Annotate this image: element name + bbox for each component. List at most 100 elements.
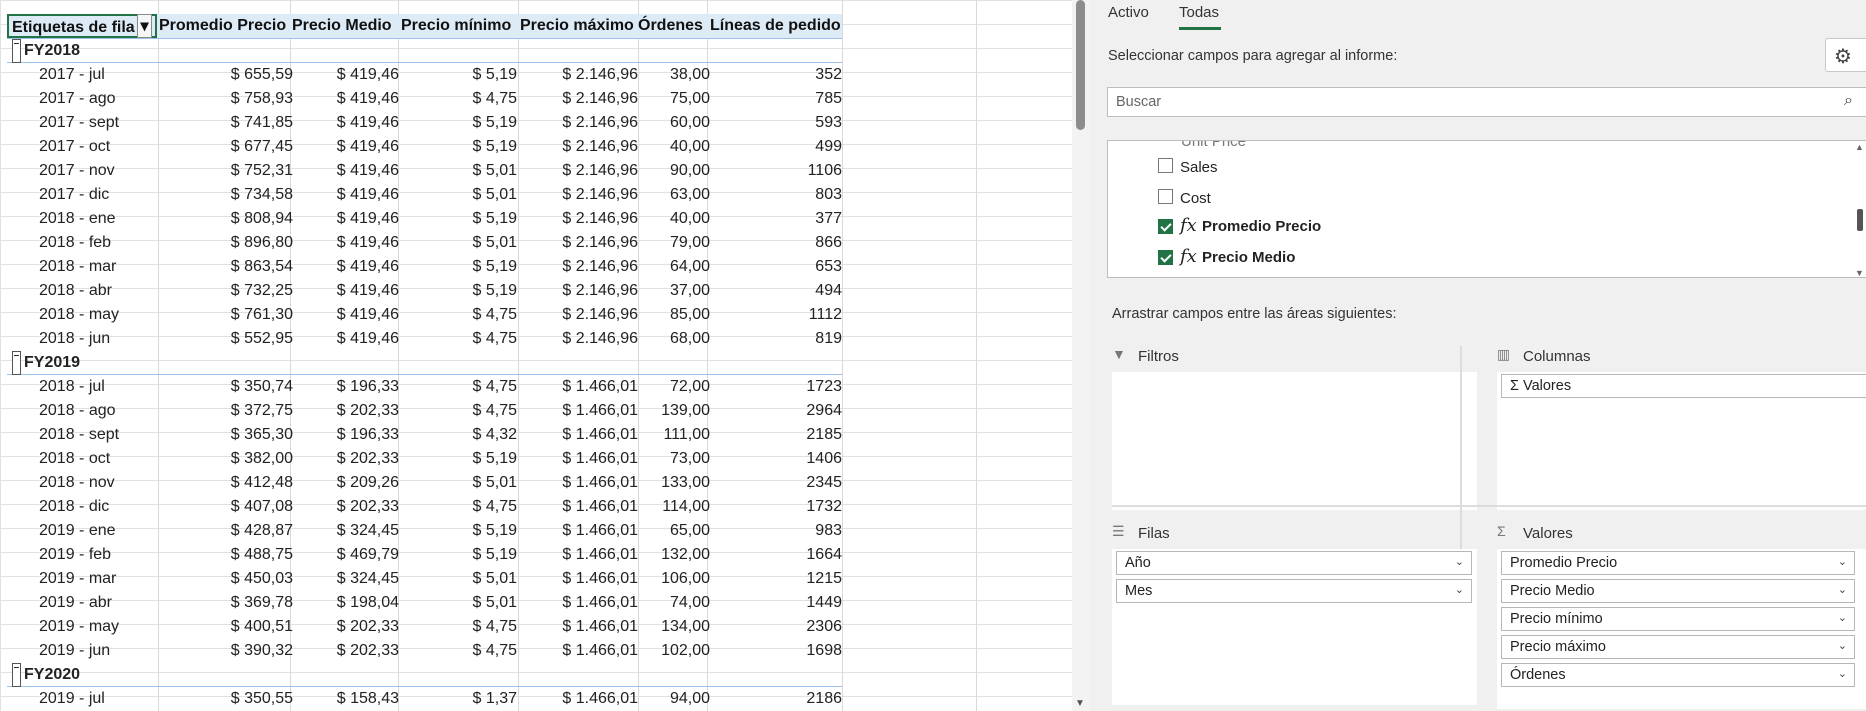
pivot-data-row[interactable]: 2018 - feb $ 896,80 $ 419,46 $ 5,01 $ 2.146,… xyxy=(7,231,842,255)
drag-fields-label: Arrastrar campos entre las áreas siguien… xyxy=(1112,306,1397,322)
precio-medio-cell: $ 419,46 xyxy=(336,210,399,227)
header-precio-maximo[interactable]: Precio máximo xyxy=(520,14,634,38)
precio-medio-cell: $ 202,33 xyxy=(336,450,399,467)
rows-field-mes[interactable]: Mes ⌄ xyxy=(1116,579,1472,603)
pivot-data-row[interactable]: 2017 - nov $ 752,31 $ 419,46 $ 5,01 $ 2.146,… xyxy=(7,159,842,183)
chevron-down-icon[interactable]: ⌄ xyxy=(1838,639,1847,652)
pivot-data-row[interactable]: 2019 - feb $ 488,75 $ 469,79 $ 5,19 $ 1.466,… xyxy=(7,543,842,567)
pivot-data-row[interactable]: 2018 - jul $ 350,74 $ 196,33 $ 4,75 $ 1.466,… xyxy=(7,375,842,399)
field-checkbox[interactable] xyxy=(1158,189,1173,204)
values-field-precio-maximo[interactable]: Precio máximo ⌄ xyxy=(1501,635,1855,659)
chevron-down-icon[interactable]: ⌄ xyxy=(1455,583,1464,596)
values-drop-zone[interactable]: Promedio Precio ⌄ Precio Medio ⌄ Precio … xyxy=(1497,549,1866,709)
precio-maximo-cell: $ 1.466,01 xyxy=(562,450,638,467)
filters-drop-zone[interactable] xyxy=(1112,372,1477,510)
pivot-data-row[interactable]: 2019 - mar $ 450,03 $ 324,45 $ 5,01 $ 1.466,… xyxy=(7,567,842,591)
search-icon[interactable]: ⌕ xyxy=(1844,92,1853,110)
filter-dropdown-icon[interactable]: ▾ xyxy=(137,14,152,38)
search-input[interactable] xyxy=(1114,93,1818,111)
row-labels-header[interactable]: Etiquetas de fila xyxy=(7,14,157,38)
pivot-data-row[interactable]: 2019 - jun $ 390,32 $ 202,33 $ 4,75 $ 1.466,… xyxy=(7,639,842,663)
promedio-precio-cell: $ 382,00 xyxy=(230,450,293,467)
scrollbar-thumb[interactable] xyxy=(1076,0,1085,130)
collapse-minus-icon[interactable] xyxy=(12,663,21,687)
pivot-group-row[interactable]: FY2018 xyxy=(7,39,842,63)
header-lineas-de-pedido[interactable]: Líneas de pedido xyxy=(710,14,841,38)
pivot-data-row[interactable]: 2019 - abr $ 369,78 $ 198,04 $ 5,01 $ 1.466,… xyxy=(7,591,842,615)
values-field-ordenes[interactable]: Órdenes ⌄ xyxy=(1501,663,1855,687)
pivot-data-row[interactable]: 2017 - dic $ 734,58 $ 419,46 $ 5,01 $ 2.146,… xyxy=(7,183,842,207)
row-label: 2018 - oct xyxy=(39,450,111,467)
gear-icon: ⚙ xyxy=(1834,46,1852,68)
tab-activo[interactable]: Activo xyxy=(1108,4,1149,21)
header-promedio-precio[interactable]: Promedio Precio xyxy=(159,14,286,38)
spreadsheet-grid[interactable]: Etiquetas de fila ▾ Promedio Precio Prec… xyxy=(0,0,1072,711)
ordenes-cell: 90,00 xyxy=(669,162,710,179)
pivot-data-row[interactable]: 2018 - abr $ 732,25 $ 419,46 $ 5,19 $ 2.146,… xyxy=(7,279,842,303)
pivot-data-row[interactable]: 2017 - ago $ 758,93 $ 419,46 $ 4,75 $ 2.146,… xyxy=(7,87,842,111)
pivot-data-row[interactable]: 2018 - mar $ 863,54 $ 419,46 $ 5,19 $ 2.146,… xyxy=(7,255,842,279)
precio-medio-cell: $ 198,04 xyxy=(336,594,399,611)
chevron-down-icon[interactable]: ⌄ xyxy=(1838,583,1847,596)
sheet-vertical-scrollbar[interactable]: ▼ xyxy=(1072,0,1090,711)
lineas-de-pedido-cell: 1215 xyxy=(806,570,842,587)
collapse-minus-icon[interactable] xyxy=(12,351,21,375)
row-label: 2018 - dic xyxy=(39,498,110,515)
pivot-data-row[interactable]: 2018 - jun $ 552,95 $ 419,46 $ 4,75 $ 2.146,… xyxy=(7,327,842,351)
pivot-data-row[interactable]: 2017 - oct $ 677,45 $ 419,46 $ 5,19 $ 2.146,… xyxy=(7,135,842,159)
pivot-data-row[interactable]: 2018 - may $ 761,30 $ 419,46 $ 4,75 $ 2.146,… xyxy=(7,303,842,327)
pivot-data-row[interactable]: 2019 - may $ 400,51 $ 202,33 $ 4,75 $ 1.466,… xyxy=(7,615,842,639)
pivot-data-row[interactable]: 2018 - ene $ 808,94 $ 419,46 $ 5,19 $ 2.146,… xyxy=(7,207,842,231)
values-field-precio-medio[interactable]: Precio Medio ⌄ xyxy=(1501,579,1855,603)
pivot-data-row[interactable]: 2017 - jul $ 655,59 $ 419,46 $ 5,19 $ 2.146,… xyxy=(7,63,842,87)
pivot-data-row[interactable]: 2018 - sept $ 365,30 $ 196,33 $ 4,32 $ 1.466… xyxy=(7,423,842,447)
pivot-data-row[interactable]: 2017 - sept $ 741,85 $ 419,46 $ 5,19 $ 2.146… xyxy=(7,111,842,135)
rows-drop-zone[interactable]: Año ⌄ Mes ⌄ xyxy=(1112,549,1477,705)
chevron-down-icon[interactable]: ⌄ xyxy=(1838,555,1847,568)
pivot-group-row[interactable]: FY2019 xyxy=(7,351,842,375)
precio-maximo-cell: $ 1.466,01 xyxy=(562,522,638,539)
field-checkbox[interactable] xyxy=(1158,158,1173,173)
precio-medio-cell: $ 202,33 xyxy=(336,618,399,635)
precio-medio-cell: $ 419,46 xyxy=(336,306,399,323)
columns-drop-zone[interactable]: Σ Valores xyxy=(1497,372,1866,510)
pivot-data-row[interactable]: 2018 - nov $ 412,48 $ 209,26 $ 5,01 $ 1.466,… xyxy=(7,471,842,495)
pill-label: Mes xyxy=(1125,583,1153,599)
field-checkbox-checked[interactable] xyxy=(1158,250,1173,265)
scrollbar-thumb[interactable] xyxy=(1857,209,1863,231)
collapse-minus-icon[interactable] xyxy=(12,39,21,63)
values-field-promedio-precio[interactable]: Promedio Precio ⌄ xyxy=(1501,551,1855,575)
chevron-down-icon[interactable]: ⌄ xyxy=(1838,667,1847,680)
values-area-title: Valores xyxy=(1523,525,1573,542)
values-field-precio-minimo[interactable]: Precio mínimo ⌄ xyxy=(1501,607,1855,631)
promedio-precio-cell: $ 896,80 xyxy=(230,234,293,251)
field-checkbox-checked[interactable] xyxy=(1158,219,1173,234)
rows-field-ano[interactable]: Año ⌄ xyxy=(1116,551,1472,575)
header-ordenes[interactable]: Órdenes xyxy=(638,14,703,38)
scroll-down-arrow-icon[interactable]: ▼ xyxy=(1075,698,1085,709)
header-precio-minimo[interactable]: Precio mínimo xyxy=(401,14,511,38)
field-search-box[interactable]: ⌕ xyxy=(1107,87,1866,117)
pivot-data-row[interactable]: 2018 - dic $ 407,08 $ 202,33 $ 4,75 $ 1.466,… xyxy=(7,495,842,519)
columns-field-valores[interactable]: Σ Valores xyxy=(1501,374,1866,398)
field-list[interactable]: Unit Price Sales Cost fx Promedio Precio… xyxy=(1107,140,1866,278)
precio-minimo-cell: $ 5,01 xyxy=(472,594,517,611)
tab-todas[interactable]: Todas xyxy=(1179,4,1219,21)
field-list-settings-button[interactable]: ⚙ xyxy=(1825,38,1866,72)
pivot-data-row[interactable]: 2018 - oct $ 382,00 $ 202,33 $ 5,19 $ 1.466,… xyxy=(7,447,842,471)
pivot-data-row[interactable]: 2019 - ene $ 428,87 $ 324,45 $ 5,19 $ 1.466,… xyxy=(7,519,842,543)
pivot-group-row[interactable]: FY2020 xyxy=(7,663,842,687)
precio-maximo-cell: $ 1.466,01 xyxy=(562,426,638,443)
chevron-down-icon[interactable]: ⌄ xyxy=(1455,555,1464,568)
header-precio-medio[interactable]: Precio Medio xyxy=(292,14,392,38)
field-list-scrollbar[interactable]: ▲ ▼ xyxy=(1853,141,1866,277)
promedio-precio-cell: $ 655,59 xyxy=(230,66,293,83)
chevron-down-icon[interactable]: ⌄ xyxy=(1838,611,1847,624)
pivot-header-row: Etiquetas de fila ▾ Promedio Precio Prec… xyxy=(7,14,842,39)
pivot-table[interactable]: Etiquetas de fila ▾ Promedio Precio Prec… xyxy=(7,14,842,711)
scroll-up-arrow-icon[interactable]: ▲ xyxy=(1855,142,1864,152)
pivot-data-row[interactable]: 2019 - jul $ 350,55 $ 158,43 $ 1,37 $ 1.466,… xyxy=(7,687,842,711)
row-label: 2017 - ago xyxy=(39,90,116,107)
scroll-down-arrow-icon[interactable]: ▼ xyxy=(1855,268,1864,277)
pivot-data-row[interactable]: 2018 - ago $ 372,75 $ 202,33 $ 4,75 $ 1.466,… xyxy=(7,399,842,423)
